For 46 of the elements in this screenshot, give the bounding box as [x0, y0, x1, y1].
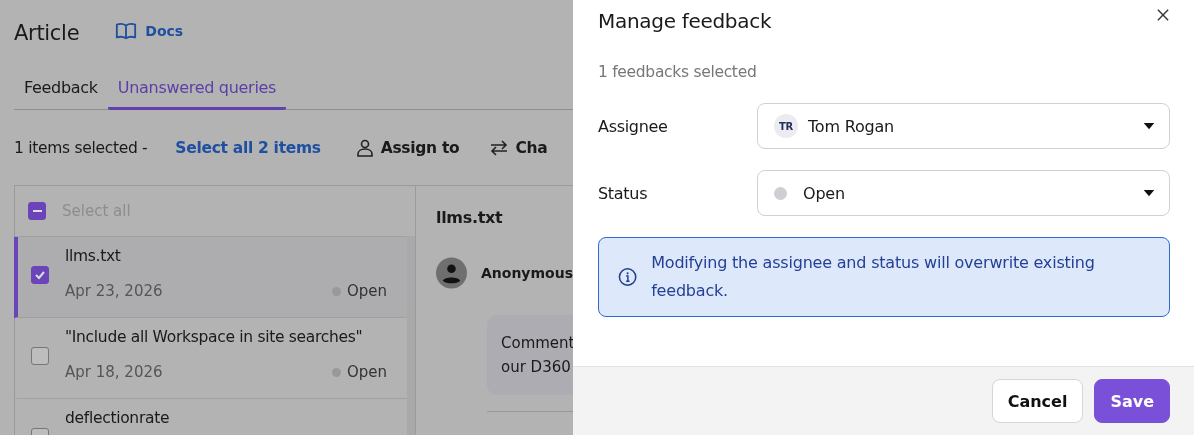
author-name: Anonymous — [480, 265, 573, 281]
user-avatar-icon — [436, 255, 467, 291]
item-title: deflectionrate — [65, 409, 171, 427]
info-icon — [618, 267, 638, 287]
status-label: Open — [346, 363, 387, 381]
status-dot — [774, 186, 787, 200]
cancel-button[interactable]: Cancel — [991, 379, 1084, 423]
item-date: Apr 18, 2026 — [65, 363, 163, 381]
list-item[interactable]: "Include all Workspace in site searches" Apr 18, 2026 Open — [14, 318, 407, 399]
caret-icon — [1143, 122, 1155, 130]
checkbox[interactable] — [31, 347, 49, 365]
save-button[interactable]: Save — [1094, 379, 1170, 423]
comment-text: our D360 — [501, 357, 572, 378]
item-title: "Include all Workspace in site searches" — [65, 328, 364, 346]
caret-icon — [1143, 189, 1155, 197]
assignee-dropdown[interactable]: TR Tom Rogan — [757, 103, 1170, 149]
tab[interactable]: Unanswered queries — [107, 78, 287, 110]
close-icon — [1157, 9, 1169, 21]
person-icon — [354, 137, 375, 158]
user-initials-avatar: TR — [774, 114, 798, 138]
tab[interactable]: Feedback — [14, 78, 108, 110]
status-dropdown[interactable]: Open — [757, 170, 1170, 216]
checkbox[interactable] — [31, 266, 49, 284]
scrollbar[interactable] — [407, 236, 415, 435]
assign-button[interactable]: Assign to — [354, 137, 460, 158]
status-dot — [331, 367, 341, 377]
book-icon — [115, 20, 138, 42]
list-item[interactable]: llms.txt Apr 23, 2026 Open — [14, 237, 407, 318]
selection-count: 1 items selected - — [14, 138, 148, 157]
page-title: Article — [14, 21, 80, 45]
status-label: Open — [346, 282, 387, 300]
field-label: Assignee — [598, 116, 669, 136]
checkbox[interactable] — [28, 202, 46, 220]
swap-arrows-icon — [489, 137, 510, 158]
item-title: llms.txt — [65, 247, 122, 265]
docs-link[interactable]: Docs — [115, 20, 184, 42]
select-all-link[interactable]: Select all 2 items — [175, 138, 321, 157]
check-icon — [34, 269, 46, 281]
close-button[interactable] — [1156, 8, 1170, 22]
item-date: Apr 23, 2026 — [65, 282, 163, 300]
dialog-title: Manage feedback — [598, 9, 772, 33]
detail-title: llms.txt — [436, 208, 504, 227]
field-label: Status — [598, 183, 649, 203]
selection-count: 1 feedbacks selected — [598, 63, 758, 81]
change-button[interactable]: Cha — [489, 137, 548, 158]
info-text: Modifying the assignee and status will overwrite existing feedback. — [651, 252, 1096, 302]
